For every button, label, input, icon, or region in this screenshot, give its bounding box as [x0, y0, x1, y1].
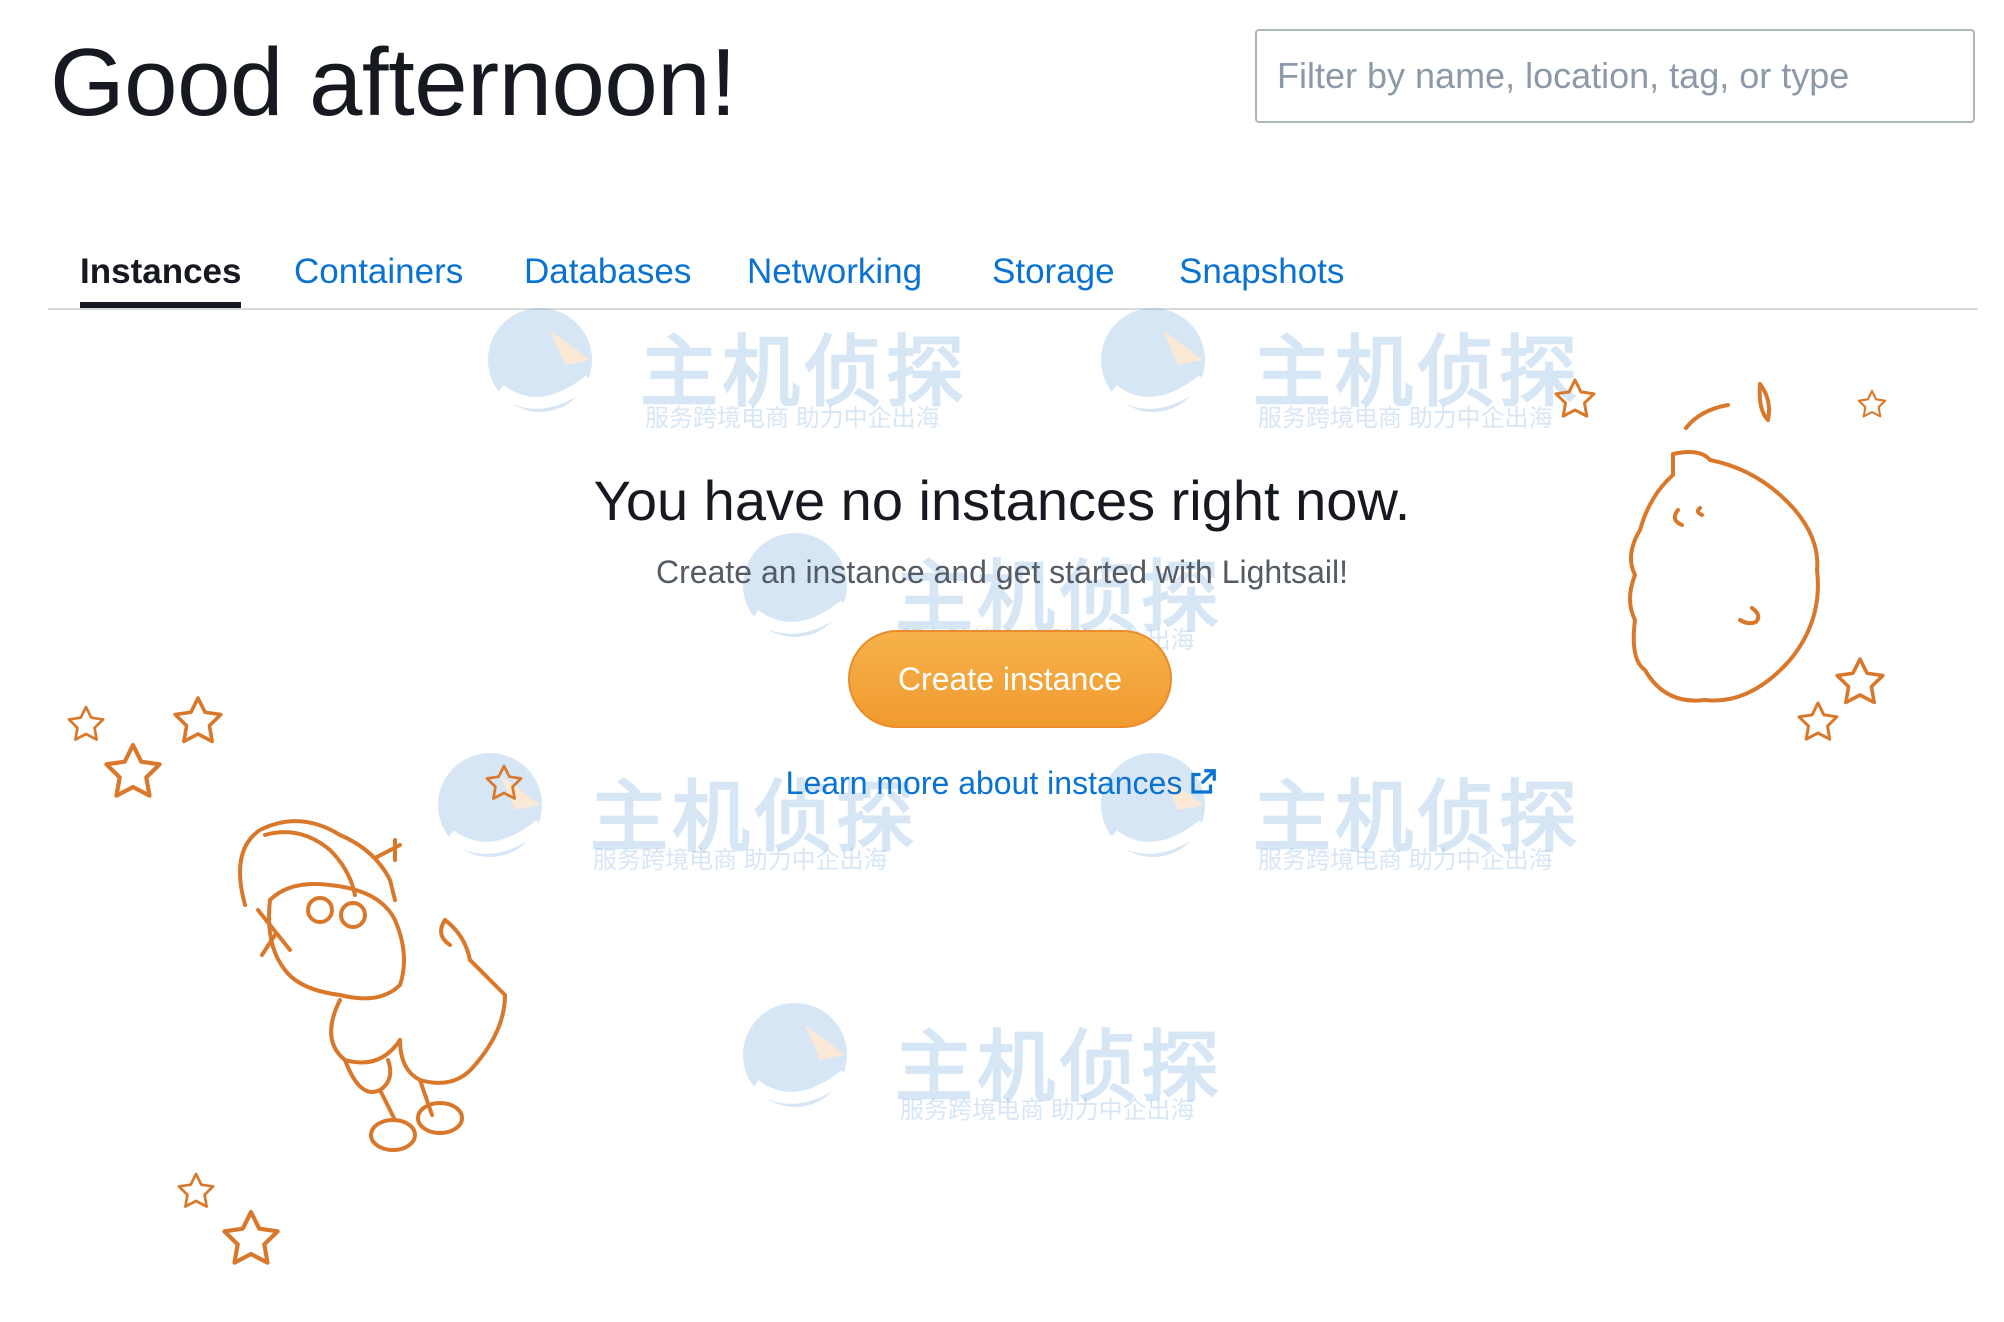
stars-illustration: [67, 378, 1887, 1322]
robot-illustration: [238, 819, 507, 1152]
moon-illustration: [1628, 382, 1820, 703]
